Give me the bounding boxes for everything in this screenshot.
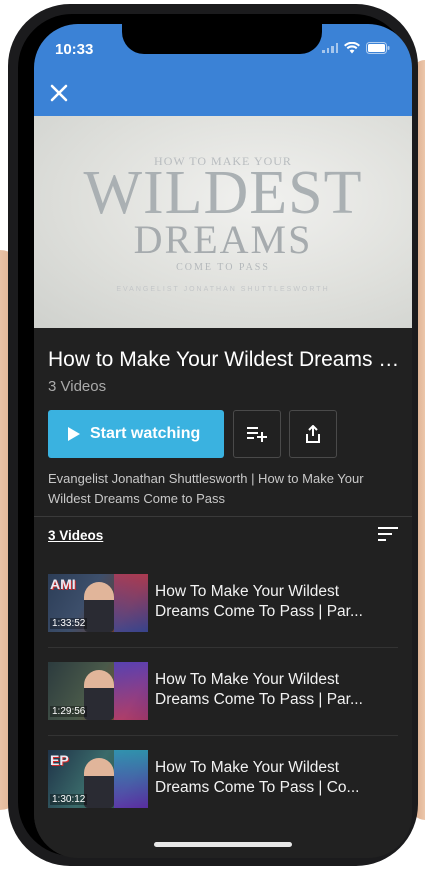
videos-tab[interactable]: 3 Videos [48, 528, 103, 543]
add-to-queue-button[interactable] [233, 410, 281, 458]
banner-author: EVANGELIST JONATHAN SHUTTLESWORTH [116, 286, 330, 293]
banner-sub-line: COME TO PASS [176, 262, 270, 273]
video-title: How To Make Your Wildest Dreams Come To … [155, 583, 363, 620]
video-thumbnail: 1:29:56 [48, 662, 148, 720]
status-time: 10:33 [55, 41, 94, 58]
close-icon[interactable] [48, 82, 70, 104]
video-duration: 1:30:12 [50, 794, 88, 805]
phone-screen: 10:33 HOW TO MAKE YOUR WILDEST DREAMS CO… [34, 24, 412, 858]
status-icons [322, 42, 390, 54]
wifi-icon [344, 42, 360, 54]
video-duration: 1:33:52 [50, 618, 88, 629]
battery-icon [366, 42, 390, 54]
video-title: How To Make Your Wildest Dreams Come To … [155, 671, 363, 708]
video-thumbnail: EP 1:30:12 [48, 750, 148, 808]
notch [122, 24, 322, 54]
thumbnail-logo: EP [50, 752, 69, 768]
signal-icon [322, 43, 338, 53]
video-title: How To Make Your Wildest Dreams Come To … [155, 759, 360, 796]
video-list-item[interactable]: AMI 1:33:52 How To Make Your Wildest Dre… [34, 560, 412, 648]
banner-headline-2: DREAMS [133, 217, 313, 262]
app-bar [34, 70, 412, 116]
video-thumbnail: AMI 1:33:52 [48, 574, 148, 632]
thumbnail-logo: AMI [50, 576, 76, 592]
share-icon [306, 425, 320, 443]
start-watching-button[interactable]: Start watching [48, 410, 224, 458]
playlist-banner: HOW TO MAKE YOUR WILDEST DREAMS COME TO … [34, 116, 412, 328]
add-to-queue-icon [247, 427, 267, 442]
divider [34, 516, 412, 517]
sort-icon[interactable] [378, 526, 398, 544]
video-list-item[interactable]: 1:29:56 How To Make Your Wildest Dreams … [34, 648, 412, 736]
playlist-title: How to Make Your Wildest Dreams Come to … [48, 348, 404, 371]
video-duration: 1:29:56 [50, 706, 88, 717]
start-watching-label: Start watching [90, 425, 201, 442]
playlist-video-count: 3 Videos [48, 378, 107, 395]
playlist-description: Evangelist Jonathan Shuttlesworth | How … [48, 471, 364, 506]
video-list-item[interactable]: EP 1:30:12 How To Make Your Wildest Drea… [34, 736, 412, 824]
banner-headline: WILDEST [83, 159, 363, 227]
status-bar: 10:33 [34, 24, 412, 70]
phone-frame: 10:33 HOW TO MAKE YOUR WILDEST DREAMS CO… [8, 4, 418, 866]
share-button[interactable] [289, 410, 337, 458]
play-icon [68, 427, 80, 441]
playlist-content: How to Make Your Wildest Dreams Come to … [34, 328, 412, 858]
home-indicator[interactable] [154, 842, 292, 847]
